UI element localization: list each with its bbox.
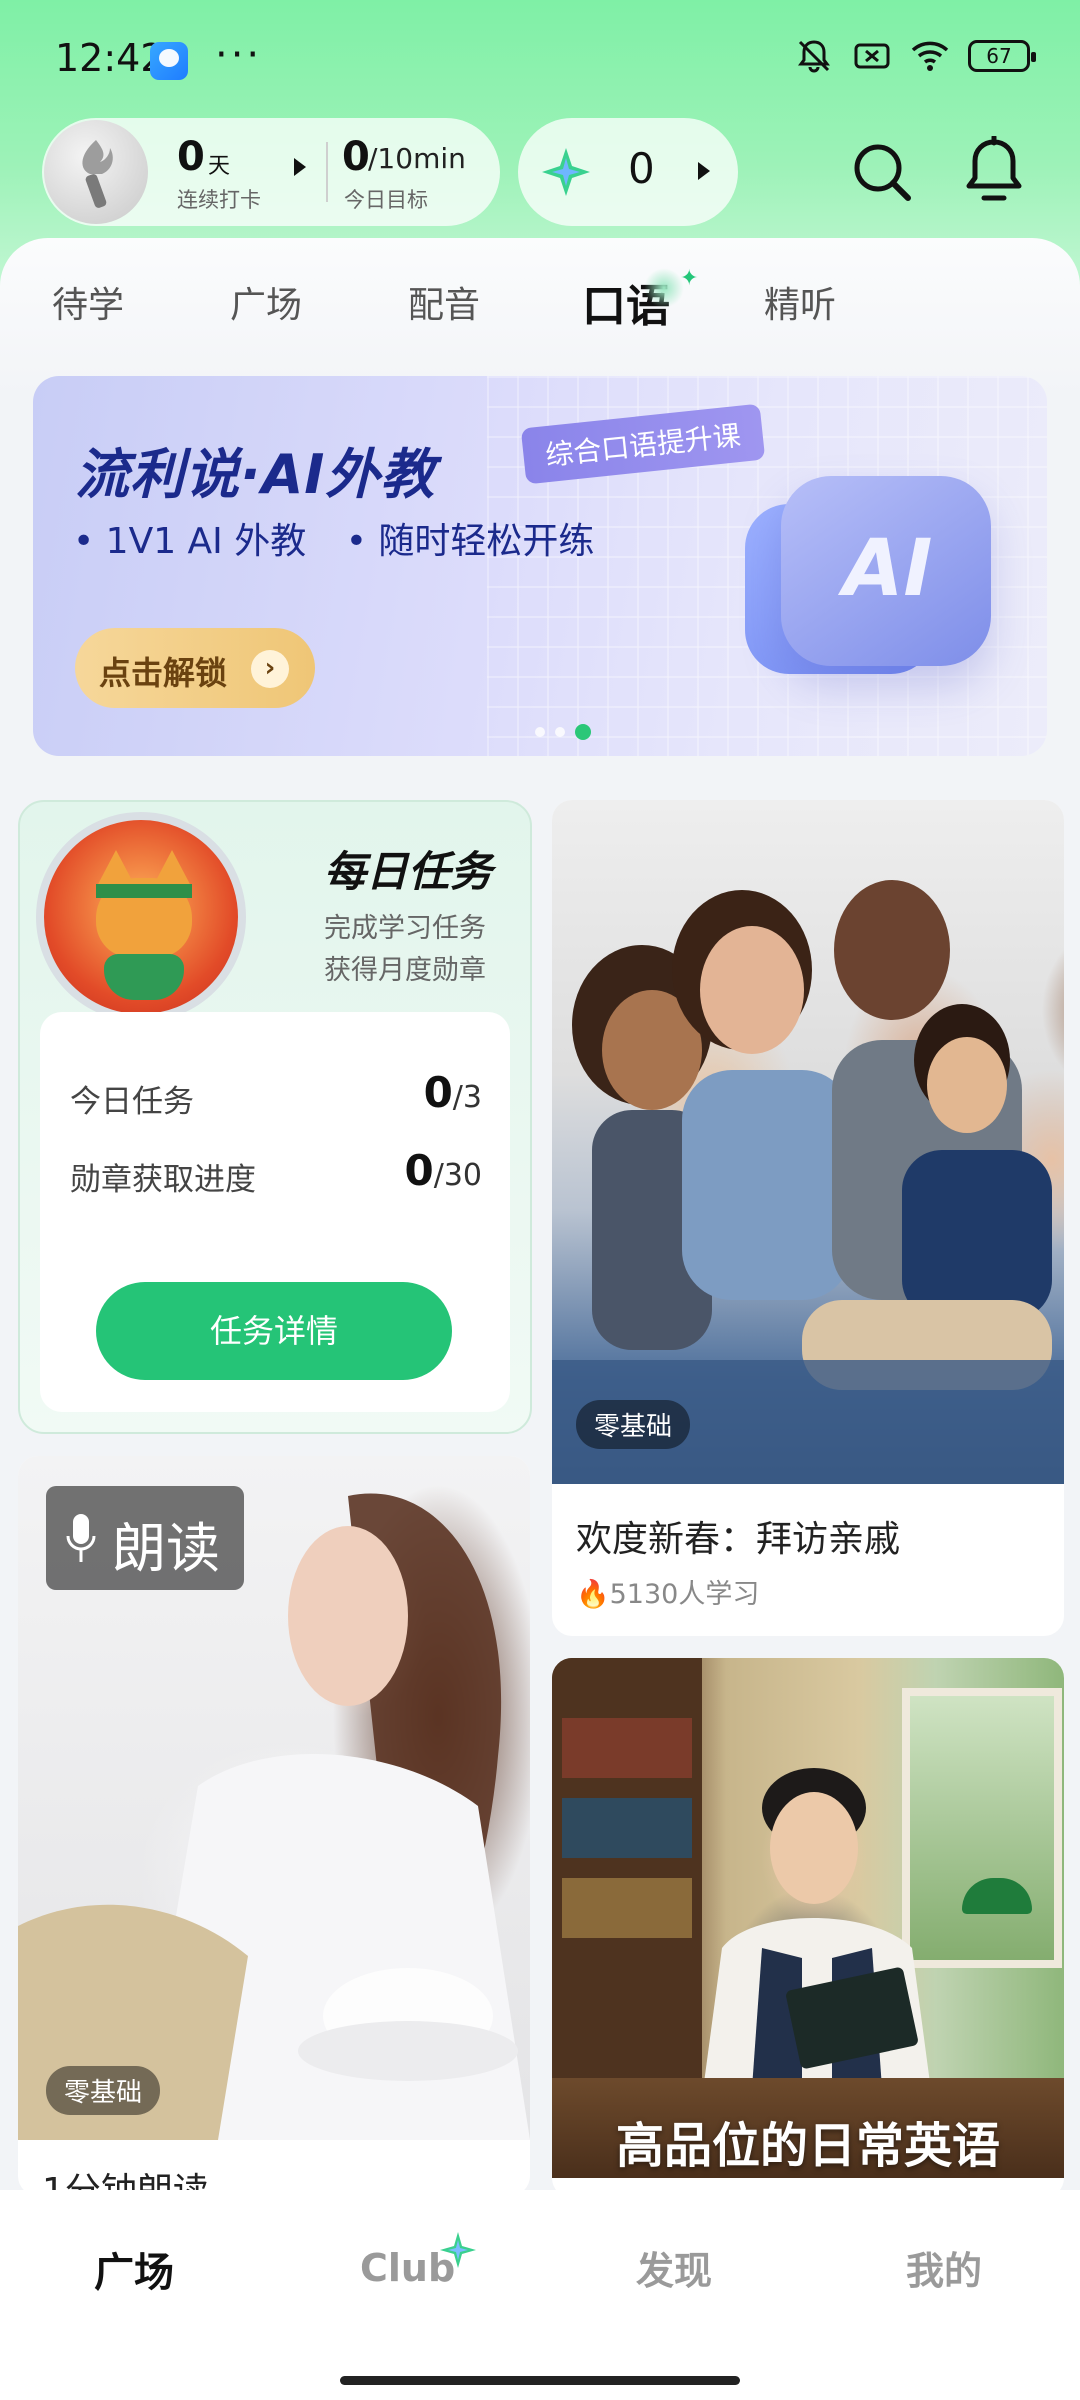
sparkle-icon: ✦	[680, 266, 699, 291]
read-aloud-label: 朗读	[112, 1517, 220, 1580]
course-title: 欢度新春：拜访亲戚	[576, 1519, 901, 1560]
streak-label: 连续打卡	[177, 188, 261, 212]
sim-x-icon	[852, 36, 892, 76]
carousel-dot-active	[575, 724, 591, 740]
app-icon	[150, 42, 188, 80]
tab-active-glow	[644, 268, 684, 308]
home-indicator[interactable]	[340, 2376, 740, 2385]
gem-count: 0	[628, 144, 655, 193]
medal-progress-value: 0/30	[404, 1146, 482, 1195]
banner-feature-1: • 1V1 AI 外教	[73, 521, 307, 562]
task-details-button[interactable]: 任务详情	[96, 1282, 452, 1380]
torch-icon	[44, 120, 148, 224]
status-time: 12:42	[55, 36, 165, 80]
level-badge: 零基础	[576, 1400, 691, 1449]
course-card-daily-english[interactable]: 高品位的日常英语	[552, 1658, 1064, 2198]
family-figures	[552, 880, 1064, 1484]
tab-listening[interactable]: 精听	[764, 276, 836, 328]
tab-square[interactable]: 广场	[230, 276, 302, 328]
level-badge: 零基础	[46, 2066, 161, 2115]
status-icons: 67	[794, 36, 1036, 76]
more-notifications-indicator: ···	[215, 32, 263, 78]
gem-icon	[540, 146, 592, 198]
bell-off-icon	[794, 36, 834, 76]
tab-bar: 待学 广场 配音 口语 精听	[0, 276, 1080, 336]
battery-icon: 67	[968, 40, 1036, 72]
sparkle-icon	[440, 2232, 476, 2268]
banner-subtitle: • 1V1 AI 外教 • 随时轻松开练	[73, 512, 594, 564]
carousel-indicator	[535, 724, 591, 740]
medal-progress-label: 勋章获取进度	[70, 1162, 256, 1198]
today-tasks-value: 0/3	[423, 1068, 482, 1117]
family-photo	[552, 800, 1064, 1484]
streak-value: 0	[177, 134, 205, 180]
nav-discover[interactable]: 发现	[636, 2240, 712, 2295]
unlock-button[interactable]: 点击解锁 ›	[75, 628, 315, 708]
ai-chat-bubble-icon: AI	[781, 476, 991, 666]
nav-square[interactable]: 广场	[94, 2240, 174, 2298]
ai-label: AI	[843, 524, 933, 614]
gem-balance-pill[interactable]: 0	[518, 118, 738, 226]
goal-unit: /10min	[368, 142, 466, 175]
banner-title: 流利说·AI外教	[75, 443, 436, 506]
streak-arrow-icon	[294, 158, 306, 176]
cat-headband	[96, 884, 192, 898]
banner-feature-2: • 随时轻松开练	[345, 521, 595, 562]
carousel-dot	[555, 727, 565, 737]
read-aloud-tag: 朗读	[46, 1486, 244, 1590]
divider	[326, 142, 328, 202]
tab-to-learn[interactable]: 待学	[52, 276, 124, 328]
gem-arrow-icon	[698, 162, 710, 180]
goal-value: 0	[342, 134, 370, 180]
course-card-reading[interactable]: 朗读 零基础 1分钟朗读	[18, 1456, 530, 2196]
streak-goal-pill[interactable]: 0 天 连续打卡 0 /10min 今日目标	[42, 118, 500, 226]
search-icon[interactable]	[850, 140, 914, 204]
promo-banner[interactable]: 流利说·AI外教 综合口语提升课 • 1V1 AI 外教 • 随时轻松开练 点击…	[33, 376, 1047, 756]
cat-mascot-avatar	[36, 812, 246, 1022]
bell-icon[interactable]	[962, 134, 1026, 206]
course-caption: 高品位的日常英语	[615, 2118, 1000, 2174]
carousel-dot	[535, 727, 545, 737]
daily-task-desc: 获得月度勋章	[324, 955, 486, 986]
wifi-icon	[910, 36, 950, 76]
daily-task-desc: 完成学习任务	[324, 913, 486, 944]
goal-label: 今日目标	[344, 188, 428, 212]
tab-dubbing[interactable]: 配音	[408, 276, 480, 328]
bottom-navigation: 广场 Club 发现 我的	[0, 2190, 1080, 2400]
streak-unit: 天	[208, 154, 231, 179]
course-card-visiting-relatives[interactable]: 零基础 欢度新春：拜访亲戚 🔥5130人学习	[552, 800, 1064, 1636]
status-bar: 12:42 ··· 67	[0, 0, 1080, 120]
cat-shirt	[104, 954, 184, 1000]
fire-icon: 🔥	[576, 1579, 610, 1610]
learner-count: 🔥5130人学习	[576, 1579, 760, 1610]
nav-me[interactable]: 我的	[906, 2240, 982, 2295]
daily-task-title: 每日任务	[324, 847, 493, 896]
unlock-label: 点击解锁	[99, 654, 228, 692]
today-tasks-label: 今日任务	[70, 1084, 194, 1120]
library-man-photo	[552, 1658, 1064, 2178]
daily-task-card[interactable]: 每日任务 完成学习任务 获得月度勋章 今日任务 0/3 勋章获取进度 0/30 …	[18, 800, 532, 1434]
chevron-right-icon: ›	[251, 650, 289, 688]
microphone-icon	[66, 1514, 96, 1562]
task-progress-panel: 今日任务 0/3 勋章获取进度 0/30 任务详情	[40, 1012, 510, 1412]
